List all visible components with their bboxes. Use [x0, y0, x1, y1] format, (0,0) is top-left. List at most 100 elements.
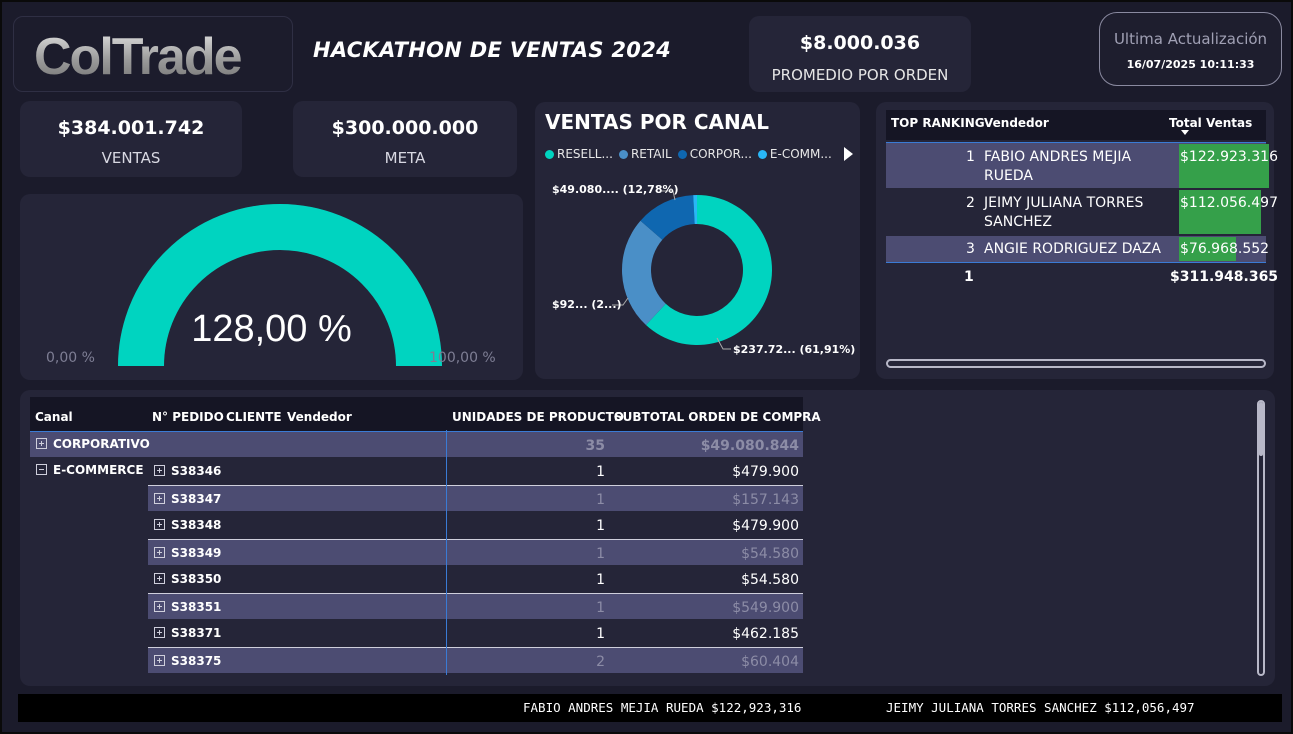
dashboard: ColTrade HACKATHON DE VENTAS 2024 $8.000… [0, 0, 1293, 734]
ranking-rank: 2 [966, 195, 975, 211]
ranking-total: $112.056.497 [1180, 195, 1278, 211]
last-update-value: 16/07/2025 10:11:33 [1126, 58, 1255, 71]
gauge-card[interactable]: 128,00 % 0,00 % 100,00 % [20, 194, 523, 380]
ranking-header-seller[interactable]: Vendedor [984, 116, 1049, 130]
matrix-header-canal[interactable]: Canal [35, 410, 73, 424]
expand-plus-icon[interactable] [154, 519, 165, 530]
order-id-label: S38375 [171, 654, 222, 668]
ranking-row[interactable]: 2 JEIMY JULIANA TORRES SANCHEZ $112.056.… [886, 189, 1278, 235]
expand-plus-icon[interactable] [154, 655, 165, 666]
donut-label-reseller: $237.72... (61,91%) [733, 343, 856, 356]
matrix-header: Canal N° PEDIDO CLIENTE Vendedor UNIDADE… [30, 397, 821, 431]
ticker-item: JEIMY JULIANA TORRES SANCHEZ $112,056,49… [886, 700, 1195, 715]
ranking-rank: 1 [966, 149, 975, 165]
order-id[interactable]: S38351 [154, 600, 221, 614]
collapse-minus-icon[interactable] [36, 464, 47, 475]
coltrade-logo: ColTrade [34, 28, 242, 86]
order-units: 1 [596, 600, 605, 616]
sales-ticker: FABIO ANDRES MEJIA RUEDA $122,923,316 JE… [18, 694, 1282, 722]
order-id[interactable]: S38346 [154, 464, 221, 478]
channel-donut-card[interactable]: VENTAS POR CANAL RESELL... RETAIL CORPOR… [535, 102, 860, 379]
ranking-horizontal-scrollbar[interactable] [886, 359, 1266, 368]
ranking-row[interactable]: 3 ANGIE RODRIGUEZ DAZA $76.968.552 [886, 236, 1270, 263]
order-id[interactable]: S38371 [154, 626, 221, 640]
gauge-min-label: 0,00 % [46, 350, 95, 366]
ranking-total: $76.968.552 [1180, 241, 1270, 257]
matrix-group-row[interactable]: CORPORATIVO 35 $49.080.844 [30, 431, 803, 457]
matrix-subtotal: $49.080.844 [700, 438, 799, 454]
ranking-card[interactable]: TOP RANKING Vendedor Total Ventas 1 FABI… [876, 102, 1278, 379]
expand-plus-icon[interactable] [154, 547, 165, 558]
ranking-seller: FABIO ANDRES MEJIA RUEDA [984, 149, 1132, 184]
gauge-max-label: 100,00 % [429, 350, 496, 366]
ranking-row[interactable]: 1 FABIO ANDRES MEJIA RUEDA $122.923.316 [886, 142, 1278, 188]
ventas-kpi-card[interactable]: $384.001.742 VENTAS [20, 101, 242, 177]
ranking-header-total[interactable]: Total Ventas [1169, 116, 1252, 130]
matrix-header-vendedor[interactable]: Vendedor [287, 410, 352, 424]
donut-label-corporativo: $49.080.... (12,78%) [552, 183, 679, 196]
table-row[interactable]: S38350 1 $54.580 [148, 566, 803, 592]
last-update-card[interactable]: Ultima Actualización 16/07/2025 10:11:33 [1099, 12, 1282, 86]
order-units: 1 [596, 492, 605, 508]
order-id[interactable]: S38350 [154, 572, 221, 586]
order-id-label: S38350 [171, 572, 222, 586]
matrix-header-cliente[interactable]: CLIENTE [226, 410, 282, 424]
order-id[interactable]: S38375 [154, 654, 221, 668]
expand-plus-icon[interactable] [36, 438, 47, 449]
ranking-seller: JEIMY JULIANA TORRES SANCHEZ [984, 195, 1144, 230]
matrix-header-pedido[interactable]: N° PEDIDO [152, 410, 224, 424]
expand-plus-icon[interactable] [154, 493, 165, 504]
matrix-channel-label: CORPORATIVO [53, 437, 150, 451]
meta-label: META [384, 149, 426, 167]
table-row[interactable]: S38347 1 $157.143 [148, 485, 803, 511]
order-subtotal: $54.580 [741, 546, 799, 562]
avg-order-label: PROMEDIO POR ORDEN [771, 66, 949, 84]
ranking-header-rank[interactable]: TOP RANKING [891, 116, 985, 130]
donut-label-retail: $92... (2...) [552, 298, 622, 311]
expand-plus-icon[interactable] [154, 601, 165, 612]
order-units: 1 [596, 626, 605, 642]
matrix-header-unidades[interactable]: UNIDADES DE PRODUCTO [452, 410, 624, 424]
table-row[interactable]: S38348 1 $479.900 [148, 512, 803, 538]
table-row[interactable]: S38349 1 $54.580 [148, 539, 803, 565]
order-id[interactable]: S38348 [154, 518, 221, 532]
matrix-header-subtotal[interactable]: SUBTOTAL ORDEN DE COMPRA [614, 410, 821, 424]
table-row[interactable]: S38375 2 $60.404 [148, 647, 803, 673]
order-id[interactable]: S38347 [154, 492, 221, 506]
avg-order-card[interactable]: $8.000.036 PROMEDIO POR ORDEN [749, 16, 971, 92]
meta-kpi-card[interactable]: $300.000.000 META [293, 101, 517, 177]
matrix-scrollbar-thumb[interactable] [1259, 402, 1263, 456]
logo-card: ColTrade [13, 16, 293, 92]
sort-desc-icon[interactable] [1181, 130, 1189, 135]
ranking-rank: 3 [966, 241, 975, 257]
ranking-total-rank: 1 [964, 269, 974, 285]
order-id[interactable]: S38349 [154, 546, 221, 560]
expand-plus-icon[interactable] [154, 573, 165, 584]
matrix-channel-corporativo[interactable]: CORPORATIVO [36, 437, 150, 451]
order-subtotal: $54.580 [741, 572, 799, 588]
expand-plus-icon[interactable] [154, 465, 165, 476]
matrix-vertical-scrollbar[interactable] [1257, 400, 1265, 676]
order-id-label: S38348 [171, 518, 222, 532]
matrix-channel-ecommerce[interactable]: E-COMMERCE [36, 463, 144, 477]
ranking-header: TOP RANKING Vendedor Total Ventas [886, 110, 1266, 140]
ranking-total-value: $311.948.365 [1170, 269, 1279, 285]
expand-plus-icon[interactable] [154, 627, 165, 638]
order-id-label: S38347 [171, 492, 222, 506]
orders-matrix-card[interactable]: Canal N° PEDIDO CLIENTE Vendedor UNIDADE… [20, 390, 1275, 686]
ranking-seller: ANGIE RODRIGUEZ DAZA [984, 241, 1161, 257]
order-subtotal: $157.143 [732, 492, 799, 508]
table-row[interactable]: S38346 1 $479.900 [148, 458, 803, 484]
donut-chart [612, 190, 772, 350]
order-units: 1 [596, 518, 605, 534]
order-subtotal: $479.900 [732, 464, 799, 480]
table-row[interactable]: S38351 1 $549.900 [148, 593, 803, 619]
order-id-label: S38346 [171, 464, 222, 478]
ticker-item: FABIO ANDRES MEJIA RUEDA $122,923,316 [523, 700, 802, 715]
order-units: 1 [596, 572, 605, 588]
order-subtotal: $462.185 [732, 626, 799, 642]
table-row[interactable]: S38371 1 $462.185 [148, 620, 803, 646]
ranking-total: $122.923.316 [1180, 149, 1278, 165]
matrix-column-divider [446, 430, 447, 675]
order-id-label: S38351 [171, 600, 222, 614]
